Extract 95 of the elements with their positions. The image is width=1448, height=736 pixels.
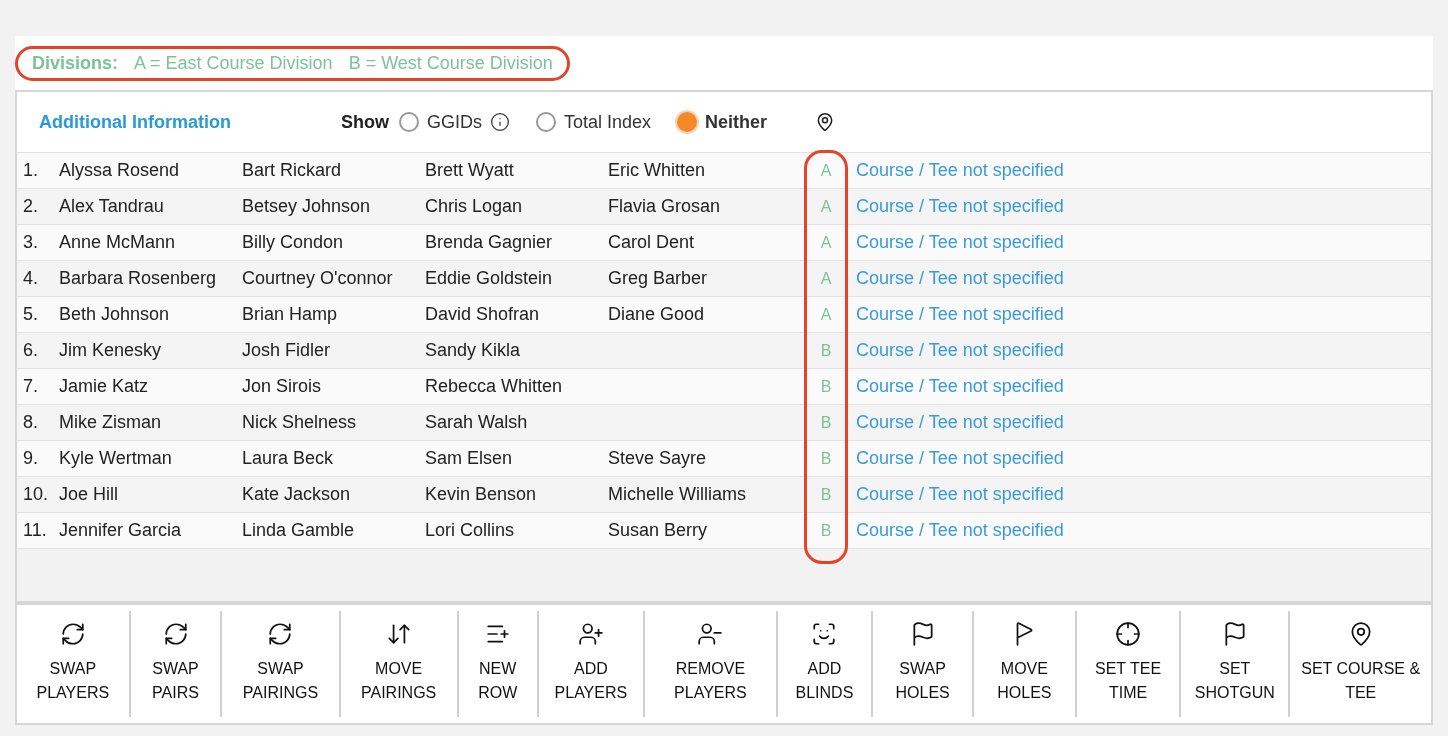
player-name: Betsey Johnson bbox=[242, 196, 371, 216]
player-name: Steve Sayre bbox=[608, 448, 707, 468]
division-letter: B bbox=[819, 413, 833, 432]
player-name: Michelle Williams bbox=[608, 484, 746, 504]
toolbar-button[interactable]: MOVE PAIRINGS bbox=[340, 611, 459, 717]
row-number: 5. bbox=[22, 304, 39, 325]
player-name: Mike Zisman bbox=[59, 412, 161, 432]
person-plus-icon bbox=[577, 621, 604, 647]
player-name: Sarah Walsh bbox=[425, 412, 528, 432]
division-letter: A bbox=[819, 161, 833, 180]
toolbar-button[interactable]: SWAP PAIRINGS bbox=[222, 611, 341, 717]
row-number: 4. bbox=[22, 268, 39, 289]
toolbar-button[interactable]: NEW ROW bbox=[458, 611, 539, 717]
player-name: Laura Beck bbox=[242, 448, 334, 468]
row-number: 3. bbox=[22, 232, 39, 253]
player-name: Bart Rickard bbox=[242, 160, 342, 180]
player-name: Kevin Benson bbox=[425, 484, 537, 504]
toolbar-button[interactable]: REMOVE PLAYERS bbox=[645, 611, 778, 717]
radio-button[interactable] bbox=[536, 112, 556, 132]
row-number: 8. bbox=[22, 412, 39, 433]
player-name: Kyle Wertman bbox=[59, 448, 172, 468]
up-down-arrows-icon bbox=[385, 621, 412, 647]
player-name: Rebecca Whitten bbox=[425, 376, 563, 396]
row-number: 9. bbox=[22, 448, 39, 469]
radio-label: GGIDs bbox=[427, 111, 482, 133]
player-name: Nick Shelness bbox=[242, 412, 357, 432]
section-title: Additional Information bbox=[39, 111, 232, 133]
radio-button[interactable] bbox=[399, 112, 419, 132]
division-legend: A = East Course Division bbox=[134, 52, 333, 74]
division-letter: B bbox=[819, 449, 833, 468]
row-number: 2. bbox=[22, 196, 39, 217]
toolbar-button[interactable]: SET COURSE & TEE bbox=[1290, 611, 1432, 717]
player-name: Billy Condon bbox=[242, 232, 344, 252]
division-letter: B bbox=[819, 521, 833, 540]
player-name: Carol Dent bbox=[608, 232, 695, 252]
player-name: Jon Sirois bbox=[242, 376, 322, 396]
player-name: Eric Whitten bbox=[608, 160, 706, 180]
info-icon[interactable] bbox=[490, 112, 510, 132]
toolbar-button[interactable]: SWAP PAIRS bbox=[130, 611, 223, 717]
toolbar-button[interactable]: SWAP PLAYERS bbox=[17, 611, 131, 717]
toolbar-button[interactable]: ADD BLINDS bbox=[777, 611, 874, 717]
person-minus-icon bbox=[697, 621, 724, 647]
division-letter: B bbox=[819, 341, 833, 360]
player-name: Kate Jackson bbox=[242, 484, 351, 504]
row-number: 6. bbox=[22, 340, 39, 361]
player-name: Beth Johnson bbox=[59, 304, 170, 324]
radio-label: Total Index bbox=[564, 111, 652, 133]
division-letter: A bbox=[819, 305, 833, 324]
player-name: David Shofran bbox=[425, 304, 540, 324]
division-letter: B bbox=[819, 377, 833, 396]
division-letter: A bbox=[819, 269, 833, 288]
player-name: Diane Good bbox=[608, 304, 705, 324]
player-name: Sam Elsen bbox=[425, 448, 513, 468]
toolbar-button[interactable]: ADD PLAYERS bbox=[538, 611, 646, 717]
swap-circle-icon bbox=[59, 621, 86, 647]
player-name: Barbara Rosenberg bbox=[59, 268, 217, 288]
division-legend: B = West Course Division bbox=[348, 52, 553, 74]
player-name: Susan Berry bbox=[608, 520, 708, 540]
toolbar-button[interactable]: SET SHOTGUN bbox=[1181, 611, 1291, 717]
toolbar-button[interactable]: MOVE HOLES bbox=[974, 611, 1077, 717]
division-letter: A bbox=[819, 197, 833, 216]
player-name: Courtney O'connor bbox=[242, 268, 393, 288]
player-name: Anne McMann bbox=[59, 232, 176, 252]
toolbar-button[interactable]: SWAP HOLES bbox=[873, 611, 975, 717]
radio-button[interactable] bbox=[677, 112, 698, 132]
swap-circle-icon bbox=[267, 621, 294, 647]
player-name: Josh Fidler bbox=[242, 340, 331, 360]
player-name: Joe Hill bbox=[59, 484, 119, 504]
division-letter: B bbox=[819, 485, 833, 504]
division-letter: A bbox=[819, 233, 833, 252]
player-name: Eddie Goldstein bbox=[425, 268, 553, 288]
player-name: Lori Collins bbox=[425, 520, 515, 540]
player-name: Jennifer Garcia bbox=[59, 520, 182, 540]
player-name: Jim Kenesky bbox=[59, 340, 162, 360]
player-name: Brenda Gagnier bbox=[425, 232, 553, 252]
row-number: 1. bbox=[22, 160, 39, 181]
player-name: Sandy Kikla bbox=[425, 340, 521, 360]
player-name: Jamie Katz bbox=[59, 376, 149, 396]
crosshair-icon bbox=[1115, 621, 1141, 647]
row-number: 10. bbox=[22, 484, 50, 505]
player-name: Alyssa Rosend bbox=[59, 160, 180, 180]
radio-label: Neither bbox=[705, 111, 768, 133]
row-number: 11. bbox=[22, 520, 48, 541]
toolbar-button[interactable]: SET TEE TIME bbox=[1076, 611, 1182, 717]
player-name: Brett Wyatt bbox=[425, 160, 514, 180]
player-name: Linda Gamble bbox=[242, 520, 355, 540]
player-name: Flavia Grosan bbox=[608, 196, 721, 216]
divisions-label: Divisions: bbox=[32, 52, 119, 74]
player-name: Alex Tandrau bbox=[59, 196, 164, 216]
swap-circle-icon bbox=[162, 621, 189, 647]
show-label: Show bbox=[341, 111, 389, 133]
player-name: Brian Hamp bbox=[242, 304, 338, 324]
player-name: Greg Barber bbox=[608, 268, 708, 288]
row-number: 7. bbox=[22, 376, 39, 397]
player-name: Chris Logan bbox=[425, 196, 523, 216]
